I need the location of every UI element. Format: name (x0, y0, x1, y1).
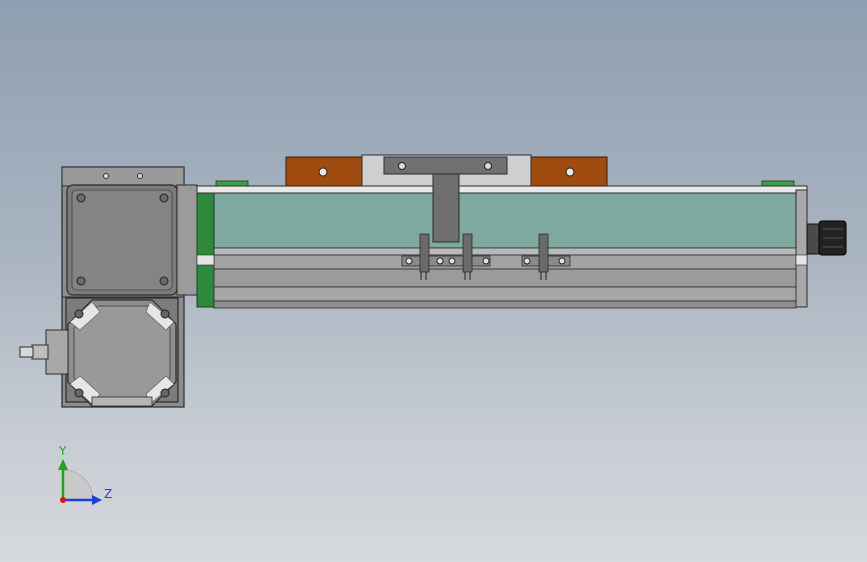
gear-motor (19, 297, 179, 407)
y-axis-label: Y (58, 444, 67, 458)
y-axis-arrowhead (58, 459, 68, 470)
x-axis-origin-dot (60, 497, 66, 503)
cad-viewport[interactable]: Y Z (0, 0, 867, 562)
coordinate-triad: Y Z (58, 444, 112, 505)
linear-module-body (196, 180, 808, 309)
z-axis-label: Z (104, 487, 112, 501)
triad-plane-shading (62, 469, 94, 501)
cable-connector (806, 220, 847, 256)
z-axis-arrowhead (92, 495, 102, 505)
